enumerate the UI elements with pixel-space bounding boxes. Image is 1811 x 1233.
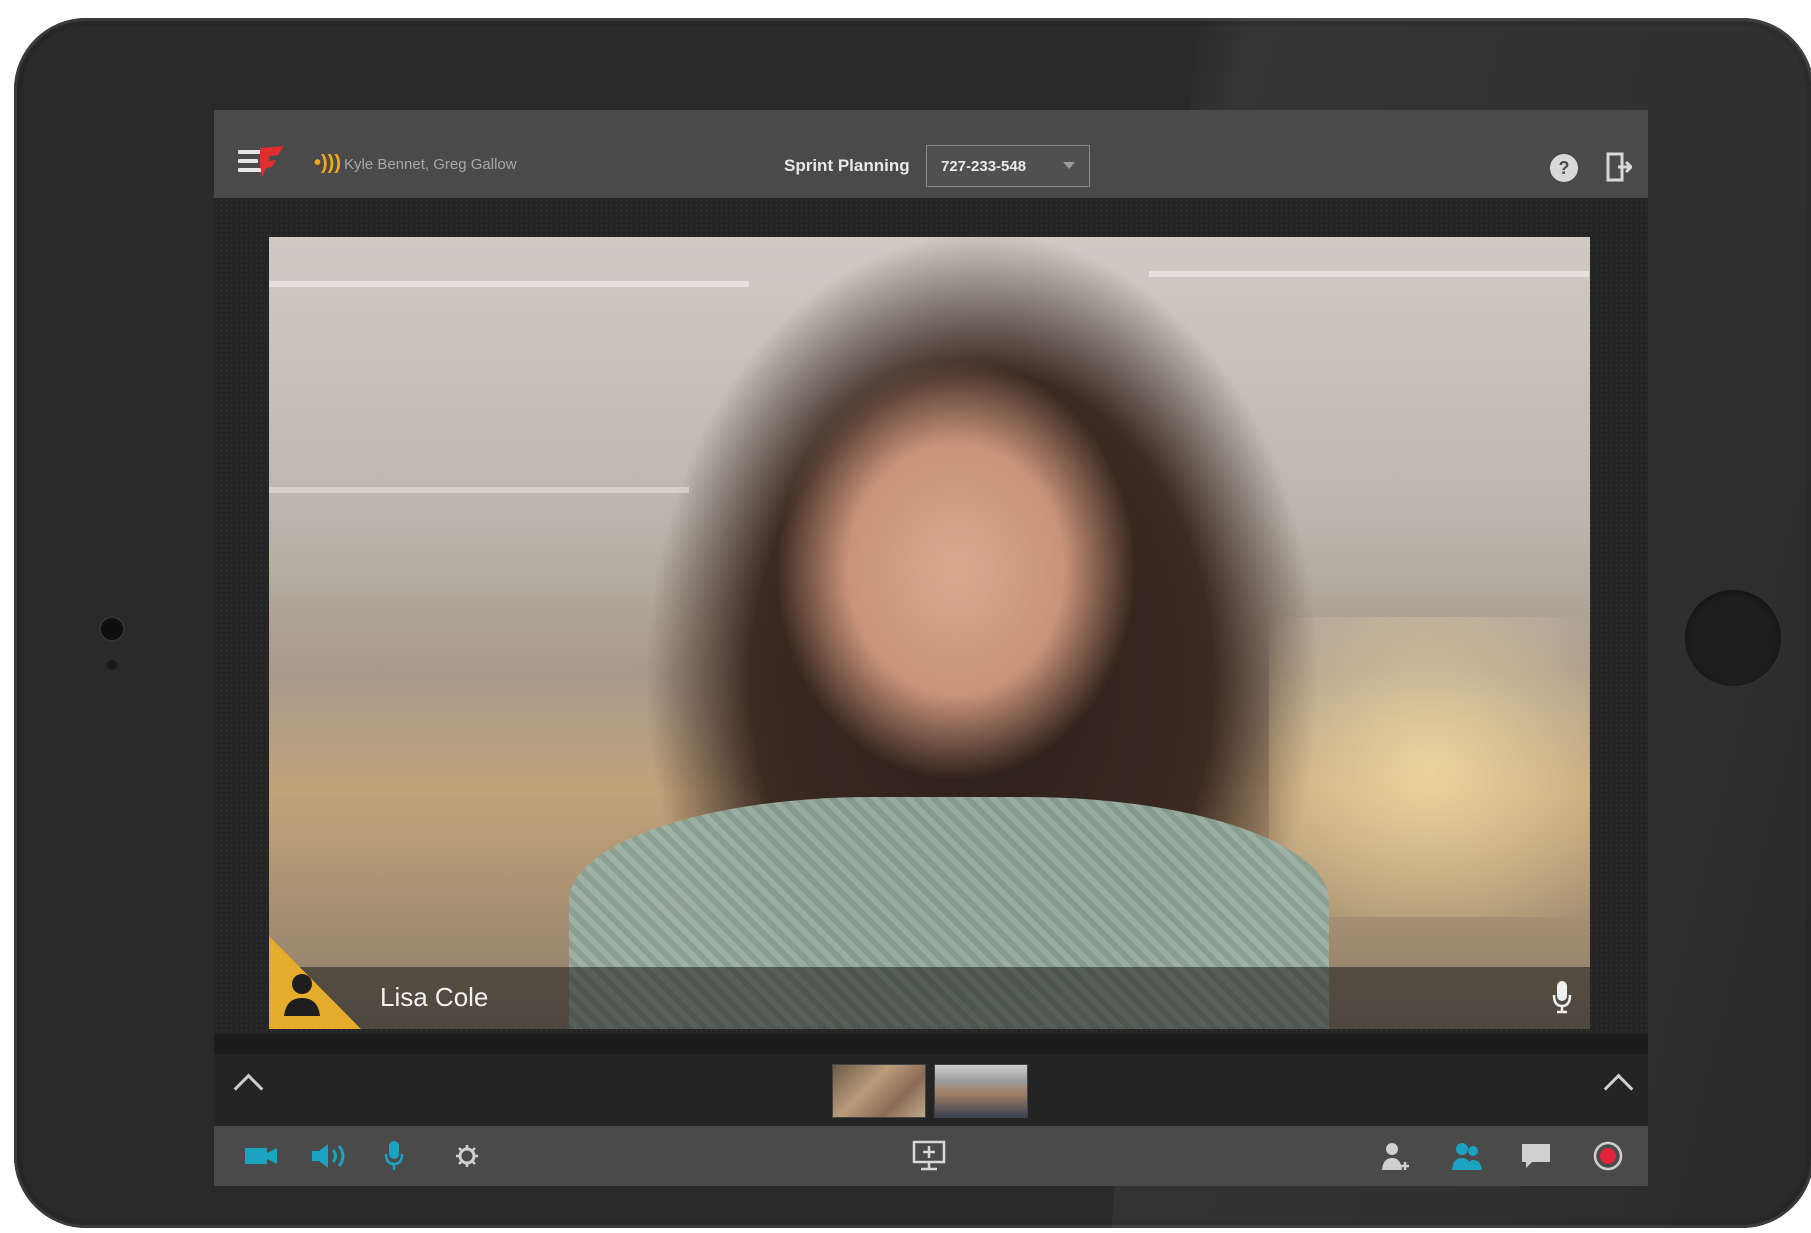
main-video[interactable] (269, 237, 1590, 1029)
participants-icon[interactable] (1450, 1140, 1484, 1172)
help-icon[interactable]: ? (1550, 154, 1578, 182)
meeting-id-dropdown[interactable]: 727-233-548 (926, 145, 1090, 187)
sensor (107, 660, 117, 670)
app-logo-icon[interactable] (238, 146, 286, 178)
chat-icon[interactable] (1520, 1140, 1552, 1172)
chevron-up-icon[interactable] (233, 1073, 264, 1104)
chevron-up-icon[interactable] (1603, 1073, 1634, 1104)
microphone-icon[interactable] (384, 1140, 404, 1172)
record-icon[interactable] (1592, 1140, 1624, 1172)
filmstrip (214, 1054, 1648, 1126)
top-bar: •))) Kyle Bennet, Greg Gallow Sprint Pla… (214, 110, 1648, 198)
gear-icon[interactable] (454, 1140, 480, 1172)
speaker-icon[interactable] (310, 1140, 350, 1172)
speaking-indicator-icon: •))) (314, 152, 341, 174)
bottom-toolbar (214, 1126, 1648, 1186)
exit-icon[interactable] (1606, 152, 1632, 182)
share-screen-icon[interactable] (912, 1140, 946, 1172)
person-icon (284, 974, 320, 1016)
video-camera-icon[interactable] (244, 1140, 278, 1172)
meeting-id: 727-233-548 (941, 158, 1027, 175)
app-screen: •))) Kyle Bennet, Greg Gallow Sprint Pla… (214, 110, 1648, 1186)
participant-thumbnail[interactable] (934, 1064, 1028, 1118)
front-camera (101, 618, 123, 640)
home-button[interactable] (1685, 590, 1781, 686)
microphone-icon (1552, 981, 1572, 1014)
add-user-icon[interactable] (1380, 1140, 1410, 1172)
speaking-participants: Kyle Bennet, Greg Gallow (344, 156, 517, 173)
meeting-title: Sprint Planning (784, 156, 910, 175)
active-speaker-name: Lisa Cole (380, 982, 489, 1012)
chevron-down-icon (1063, 162, 1075, 169)
participant-thumbnail[interactable] (832, 1064, 926, 1118)
tablet-frame: •))) Kyle Bennet, Greg Gallow Sprint Pla… (14, 18, 1811, 1228)
